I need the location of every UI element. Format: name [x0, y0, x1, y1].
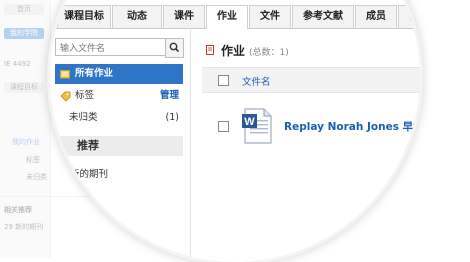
sidebar-item-all-homework[interactable]: 所有作业	[55, 64, 183, 84]
recommend-title: 推荐	[77, 139, 99, 152]
word-document-icon: W	[242, 108, 272, 144]
homework-count: (总数：1)	[249, 48, 289, 58]
sidebar-item-label: 未归类	[69, 112, 98, 123]
search-input[interactable]: 输入文件名	[55, 38, 170, 56]
bg-id-text: IE 4492	[4, 60, 31, 68]
file-list-header: 文件名	[202, 67, 420, 93]
bg-home-button: 首页	[4, 4, 44, 15]
column-divider	[190, 28, 191, 262]
tab-activity[interactable]: 动态	[112, 5, 162, 28]
tab-course-goal[interactable]: 课程目标	[57, 5, 111, 28]
tab-files[interactable]: 文件	[249, 5, 291, 28]
file-name-link[interactable]: Replay Norah Jones 早餐.docx	[284, 119, 420, 134]
uncategorized-count: (1)	[165, 112, 179, 123]
bg-related: 相关推荐	[4, 206, 32, 214]
sidebar-item-label: 标签	[75, 90, 95, 101]
bg-course-button: 课程目标	[4, 82, 44, 93]
tab-discussion[interactable]: 讨	[398, 5, 420, 28]
search-icon	[169, 42, 180, 53]
tab-members[interactable]: 成员	[355, 5, 397, 28]
bg-my-college-button: 我的学院	[4, 28, 44, 39]
folder-icon	[60, 70, 70, 79]
manage-tags-link[interactable]: 管理	[160, 86, 179, 106]
magnifier-lens: 课程目标 动态 课件 作业 文件 参考文献 成员 讨 输入文件名 所有作业 标签…	[50, 0, 420, 262]
sidebar-item-label: 所有作业	[75, 68, 114, 79]
tag-icon	[60, 91, 71, 102]
course-tabs: 课程目标 动态 课件 作业 文件 参考文献 成员 讨	[50, 2, 420, 29]
background-sidebar	[0, 0, 51, 258]
sidebar-item-tags[interactable]: 标签 管理	[55, 86, 183, 106]
select-all-checkbox[interactable]	[218, 75, 229, 86]
svg-text:W: W	[244, 116, 255, 128]
bg-periodical: 29 新的期刊	[4, 223, 44, 231]
search-button[interactable]	[165, 38, 184, 58]
column-filename[interactable]: 文件名	[242, 74, 271, 88]
bg-my-homework: 我的作业	[12, 138, 40, 146]
tab-homework[interactable]: 作业	[206, 5, 248, 29]
bg-tag: 标签	[26, 156, 40, 164]
homework-icon	[206, 45, 214, 55]
tab-courseware[interactable]: 课件	[163, 5, 205, 28]
sidebar-item-uncategorized[interactable]: 未归类 (1)	[55, 108, 183, 128]
recommend-section-header: 推荐	[55, 136, 183, 156]
homework-title: 作业	[221, 44, 246, 58]
tab-references[interactable]: 参考文献	[292, 5, 354, 28]
search-placeholder: 输入文件名	[60, 44, 106, 54]
page-title: 作业 (总数：1)	[221, 42, 289, 59]
bg-uncategorized: 未归类	[26, 173, 47, 181]
table-row[interactable]: W Replay Norah Jones 早餐.docx	[202, 104, 420, 148]
row-checkbox[interactable]	[218, 121, 229, 132]
new-periodical-link[interactable]: 新的期刊	[70, 166, 108, 180]
